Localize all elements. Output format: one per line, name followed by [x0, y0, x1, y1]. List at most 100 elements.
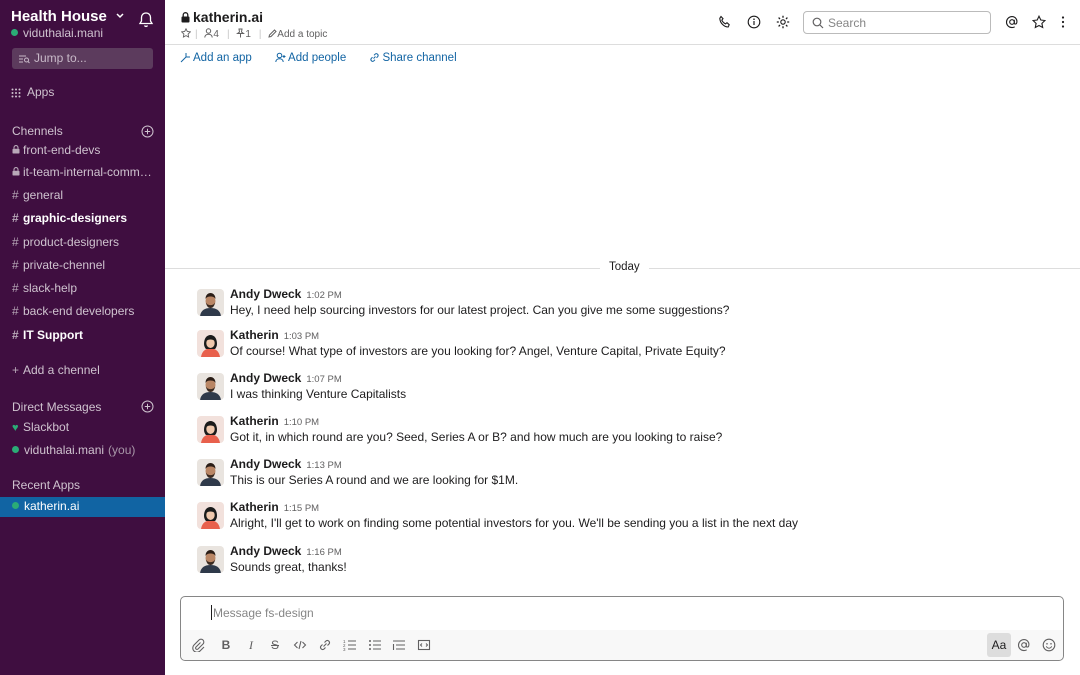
sidebar-channel-item[interactable]: # general [12, 188, 152, 202]
channel-title[interactable]: katherin.ai [181, 9, 263, 25]
add-dm-icon[interactable] [141, 400, 154, 413]
sidebar-channel-item[interactable]: it-team-internal-commu... [12, 165, 152, 179]
message-item[interactable]: Katherin 1:15 PM Alright, I'll get to work… [197, 500, 1057, 538]
code-icon[interactable] [293, 638, 307, 652]
channel-meta: | 4 | 1 | Add a topic [180, 27, 331, 40]
sidebar-channel-item[interactable]: # slack-help [12, 281, 152, 295]
add-app-label: Add an app [193, 52, 252, 64]
star-outline-icon[interactable] [180, 27, 192, 38]
message-author[interactable]: Andy Dweck [230, 457, 301, 471]
bulleted-list-icon[interactable] [368, 638, 382, 652]
dm-item-slackbot[interactable]: ♥ Slackbot [12, 420, 152, 434]
message-text: Sounds great, thanks! [230, 560, 347, 574]
phone-icon[interactable] [718, 15, 732, 29]
sidebar-channel-item[interactable]: # private-chennel [12, 258, 152, 272]
search-placeholder: Search [828, 16, 867, 30]
pin-icon[interactable] [236, 28, 246, 38]
info-icon[interactable] [747, 15, 761, 29]
more-vertical-icon[interactable] [1056, 15, 1070, 29]
message-item[interactable]: Andy Dweck 1:13 PM This is our Series A ro… [197, 457, 1057, 495]
channel-label: product-designers [23, 235, 120, 249]
date-divider-label[interactable]: Today [600, 261, 649, 273]
workspace-name[interactable]: Health House [11, 8, 107, 25]
strikethrough-icon[interactable]: S [268, 638, 282, 652]
message-author[interactable]: Katherin [230, 500, 279, 514]
online-status-icon [12, 446, 19, 453]
ordered-list-icon[interactable]: 123 [343, 638, 357, 652]
star-icon[interactable] [1032, 15, 1046, 29]
link-icon [370, 53, 380, 62]
bold-icon[interactable]: B [219, 638, 233, 652]
code-block-icon[interactable] [417, 638, 431, 652]
workspace-header[interactable]: Health House viduthalai.mani [11, 8, 161, 42]
pin-count[interactable]: 1 [245, 29, 251, 40]
message-author[interactable]: Andy Dweck [230, 287, 301, 301]
italic-icon[interactable]: I [244, 638, 258, 652]
hash-icon: # [12, 235, 19, 249]
add-topic-link[interactable]: Add a topic [277, 29, 327, 40]
attach-icon[interactable] [191, 638, 205, 652]
emoji-icon[interactable] [1042, 638, 1056, 652]
recent-apps-section-title[interactable]: Recent Apps [12, 478, 80, 492]
message-timestamp[interactable]: 1:16 PM [306, 547, 341, 558]
message-timestamp[interactable]: 1:07 PM [306, 374, 341, 385]
message-text: Of course! What type of investors are yo… [230, 344, 726, 358]
member-count[interactable]: 4 [213, 29, 219, 40]
message-author-row: Andy Dweck 1:07 PM [230, 371, 342, 385]
message-timestamp[interactable]: 1:15 PM [284, 503, 319, 514]
katherin-avatar[interactable] [197, 502, 224, 529]
message-timestamp[interactable]: 1:02 PM [306, 290, 341, 301]
message-item[interactable]: Andy Dweck 1:16 PM Sounds great, thanks! [197, 544, 1057, 582]
jump-to-button[interactable]: Jump to... [12, 48, 153, 69]
katherin-avatar[interactable] [197, 330, 224, 357]
message-item[interactable]: Katherin 1:03 PM Of course! What type of i… [197, 328, 1057, 366]
apps-link[interactable]: Apps [11, 85, 54, 99]
chevron-down-icon[interactable] [115, 10, 125, 22]
message-timestamp[interactable]: 1:13 PM [306, 460, 341, 471]
sidebar-channel-item[interactable]: front-end-devs [12, 143, 152, 157]
message-author[interactable]: Andy Dweck [230, 544, 301, 558]
dm-item-self[interactable]: viduthalai.mani (you) [12, 443, 152, 457]
andy-avatar[interactable] [197, 373, 224, 400]
message-author-row: Andy Dweck 1:02 PM [230, 287, 342, 301]
direct-messages-section-title[interactable]: Direct Messages [12, 400, 101, 414]
mention-icon[interactable] [1005, 15, 1019, 29]
message-composer[interactable]: Message fs-design B I S 123 Aa [180, 596, 1064, 661]
sidebar-channel-item[interactable]: # back-end developers [12, 304, 152, 318]
hash-icon: # [12, 304, 19, 318]
add-people-button[interactable]: Add people [275, 52, 356, 64]
mention-icon[interactable] [1017, 638, 1031, 652]
message-item[interactable]: Andy Dweck 1:07 PM I was thinking Venture … [197, 371, 1057, 409]
blockquote-icon[interactable] [392, 638, 406, 652]
gear-icon[interactable] [776, 15, 790, 29]
sidebar-channel-item[interactable]: # product-designers [12, 235, 152, 249]
message-author[interactable]: Andy Dweck [230, 371, 301, 385]
katherin-avatar[interactable] [197, 416, 224, 443]
add-channel-icon[interactable] [141, 125, 154, 138]
channels-section-title[interactable]: Chennels [12, 124, 63, 138]
message-item[interactable]: Katherin 1:10 PM Got it, in which round ar… [197, 414, 1057, 452]
format-toggle-button[interactable]: Aa [987, 633, 1011, 657]
recent-app-katherin[interactable]: katherin.ai [0, 497, 165, 517]
add-channel-button[interactable]: + Add a chennel [12, 363, 152, 377]
message-timestamp[interactable]: 1:10 PM [284, 417, 319, 428]
message-item[interactable]: Andy Dweck 1:02 PM Hey, I need help sourci… [197, 287, 1057, 325]
message-timestamp[interactable]: 1:03 PM [284, 331, 319, 342]
sidebar-channel-item[interactable]: # IT Support [12, 328, 152, 342]
message-author[interactable]: Katherin [230, 414, 279, 428]
add-person-icon [275, 52, 286, 63]
message-input[interactable]: Message fs-design [211, 605, 314, 620]
andy-avatar[interactable] [197, 546, 224, 573]
add-app-button[interactable]: Add an app [180, 52, 262, 64]
andy-avatar[interactable] [197, 459, 224, 486]
message-author-row: Katherin 1:10 PM [230, 414, 319, 428]
link-icon[interactable] [318, 638, 332, 652]
add-channel-label: Add a chennel [23, 363, 100, 377]
andy-avatar[interactable] [197, 289, 224, 316]
search-input[interactable]: Search [803, 11, 991, 34]
bell-icon[interactable] [138, 11, 154, 28]
sidebar-channel-item[interactable]: # graphic-designers [12, 211, 152, 225]
share-channel-button[interactable]: Share channel [369, 52, 466, 64]
message-author[interactable]: Katherin [230, 328, 279, 342]
message-author-row: Katherin 1:15 PM [230, 500, 319, 514]
